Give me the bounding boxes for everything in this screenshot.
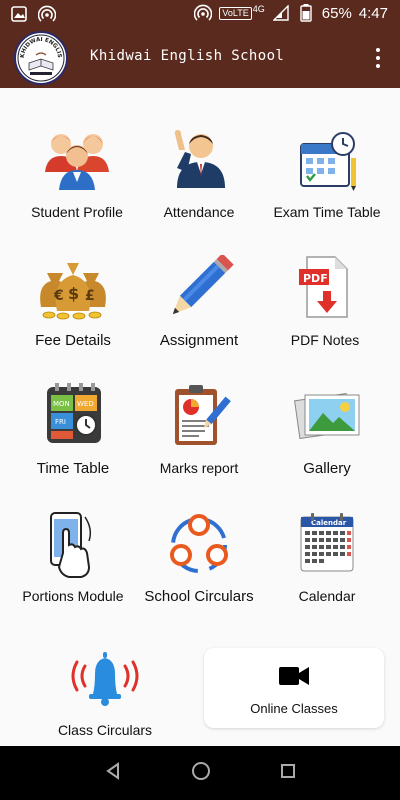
signal-icon [272, 4, 290, 22]
menu-item-school-circulars[interactable]: School Circulars [134, 510, 264, 630]
menu-label: Time Table [36, 460, 110, 477]
video-camera-icon [278, 664, 310, 693]
menu-item-gallery[interactable]: Gallery [262, 382, 392, 502]
money-bags-icon: € $ £ [33, 254, 113, 322]
menu-label: Fee Details [35, 332, 111, 349]
menu-label: PDF Notes [290, 332, 360, 348]
menu-label: Gallery [303, 460, 351, 477]
menu-item-portions-module[interactable]: Portions Module [8, 510, 138, 630]
network-type: 4G [252, 4, 265, 14]
online-classes-card[interactable]: Online Classes [204, 648, 384, 728]
menu-item-fee-details[interactable]: € $ £ Fee Details [8, 254, 138, 374]
menu-label: Calendar [298, 588, 356, 604]
person-raising-hand-icon [159, 126, 239, 194]
calendar-clock-icon [287, 126, 367, 194]
menu-label: Portions Module [22, 588, 124, 604]
menu-label: School Circulars [144, 588, 254, 605]
recents-icon[interactable] [279, 762, 297, 785]
pdf-download-icon: PDF [285, 254, 365, 322]
battery-percent: 65% [321, 4, 352, 22]
svg-text:FRI: FRI [55, 418, 66, 426]
svg-text:PDF: PDF [303, 272, 328, 285]
app-bar: KHIDWAI ENGLISH SCHOOL Khidwai English S… [0, 28, 400, 88]
timetable-icon: MON WED FRI [33, 382, 113, 450]
menu-item-time-table[interactable]: MON WED FRI Time Table [8, 382, 138, 502]
menu-label: Class Circulars [57, 722, 153, 738]
system-nav-bar [0, 746, 400, 800]
app-title: Khidwai English School [90, 48, 285, 64]
menu-item-exam-time-table[interactable]: Exam Time Table [262, 126, 392, 246]
svg-text:€: € [53, 288, 64, 304]
home-icon[interactable] [190, 760, 212, 787]
status-bar: VoLTE 4G 65% 4:47 [0, 0, 400, 28]
network-circles-icon [159, 510, 239, 578]
overflow-menu-button[interactable] [370, 44, 386, 72]
menu-item-assignment[interactable]: Assignment [134, 254, 264, 374]
svg-text:£: £ [85, 288, 95, 304]
volte-badge: VoLTE [219, 6, 252, 20]
clock: 4:47 [358, 4, 388, 22]
menu-item-attendance[interactable]: Attendance [134, 126, 264, 246]
ringing-bell-icon [65, 646, 145, 714]
touch-phone-icon [33, 510, 113, 578]
svg-text:$: $ [68, 284, 79, 303]
menu-item-pdf-notes[interactable]: PDF PDF Notes [260, 254, 390, 374]
menu-label: Attendance [163, 204, 235, 220]
clipboard-report-icon [159, 382, 239, 450]
gallery-icon [287, 382, 367, 450]
back-icon[interactable] [103, 761, 123, 786]
menu-item-calendar[interactable]: Calendar Calendar [262, 510, 392, 630]
svg-text:MON: MON [53, 400, 70, 408]
notification-image-icon [10, 5, 28, 23]
online-classes-label: Online Classes [250, 701, 338, 716]
menu-item-student-profile[interactable]: Student Profile [12, 126, 142, 246]
menu-grid: Student Profile Attendance Exam Time Tab… [0, 88, 400, 746]
pencil-icon [159, 254, 239, 322]
school-logo: KHIDWAI ENGLISH SCHOOL [14, 31, 68, 85]
calendar-icon: Calendar [287, 510, 367, 578]
menu-item-marks-report[interactable]: Marks report [134, 382, 264, 502]
hotspot-icon [38, 5, 56, 23]
students-icon [37, 126, 117, 194]
svg-text:WED: WED [77, 400, 94, 408]
hotspot-icon [194, 4, 213, 22]
menu-label: Student Profile [31, 204, 123, 220]
menu-label: Assignment [159, 332, 239, 349]
menu-label: Marks report [159, 460, 239, 476]
battery-icon [297, 4, 315, 22]
menu-label: Exam Time Table [273, 204, 381, 220]
